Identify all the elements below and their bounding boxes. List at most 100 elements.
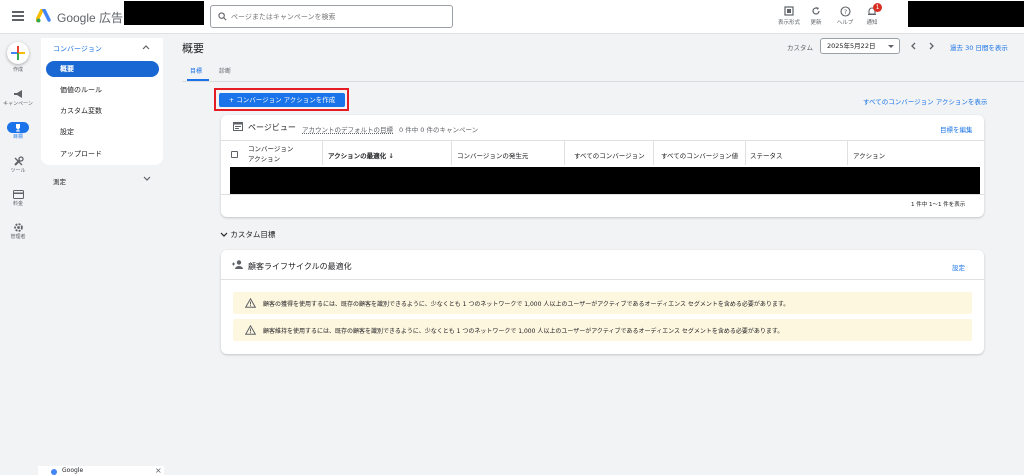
svg-text:?: ? [843,8,846,16]
rail-create-label: 作成 [12,67,23,73]
nav-section-conversions[interactable]: コンバージョン [53,44,102,54]
rail-item-billing[interactable]: 料金 [0,188,36,207]
nav-item-value-rules[interactable]: 価値のルール [46,82,159,98]
header-divider [221,140,984,141]
col-header-status[interactable]: ステータス [750,150,783,160]
tab-diagnostics[interactable]: 診断 [219,66,231,75]
notifications-label: 通知 [866,20,878,26]
trophy-icon [16,123,20,131]
google-promo-bar: Google × [38,466,164,475]
col-header-actions[interactable]: アクション [853,150,885,160]
chevron-down-icon [220,232,228,237]
rail-billing-label: 料金 [12,201,23,207]
top-bar: Google 広告 表示形式 更新 ? ヘルプ 1 通知 [0,0,1024,34]
gear-icon [13,222,23,232]
rail-item-admin[interactable]: 管理者 [0,221,36,240]
default-goal-link[interactable]: アカウントのデフォルトの目標 [302,124,393,134]
rail-goals-label: 目標 [12,134,23,140]
col-divider [564,141,565,165]
left-rail: 作成 キャンペーン 目標 ツール 料金 管理者 [0,34,36,475]
previous-period-button[interactable] [907,40,919,52]
warning-icon [245,298,256,308]
nav-item-overview[interactable]: 概要 [46,61,159,77]
show-last-30-days-link[interactable]: 過去 30 日間を表示 [950,42,1008,52]
close-icon[interactable]: × [155,466,162,475]
page-view-icon [233,122,243,131]
date-range-value: 2025年5月22日 [827,42,876,50]
campaign-count: 0 件中 0 件のキャンペーン [399,126,479,134]
select-all-checkbox[interactable] [231,151,238,158]
nav-item-uploads[interactable]: アップロード [46,146,159,162]
col-header-conversion[interactable]: コンバージョン [248,143,293,153]
col-divider [653,141,654,165]
nav-item-settings[interactable]: 設定 [46,124,159,140]
warning-text: 顧客維持を使用するには、既存の顧客を識別できるように、少なくとも 1 つのネット… [263,328,784,335]
rail-item-tools[interactable]: ツール [0,155,36,174]
create-conversion-action-button[interactable]: + コンバージョン アクションを作成 [219,93,345,107]
footer-divider [221,194,984,195]
display-mode-icon [784,6,794,16]
conversion-sidenav: コンバージョン 概要 価値のルール カスタム変数 設定 アップロード [41,38,163,165]
chevron-left-icon [911,42,916,50]
sort-desc-icon: ↓ [388,152,394,160]
warning-icon [245,325,256,335]
col-header-all-conversion-value[interactable]: すべてのコンバージョン値 [661,150,738,160]
warning-banner-acquisition: 顧客の獲得を使用するには、既存の顧客を識別できるように、少なくとも 1 つのネッ… [233,292,972,314]
col-divider [322,141,323,165]
chevron-up-icon[interactable] [142,44,150,50]
create-button[interactable] [7,42,29,64]
col-divider [847,141,848,165]
search-box[interactable] [210,5,453,28]
promo-label: Google [62,467,84,474]
pagination-summary: 1 件中 1〜1 件を表示 [911,202,966,208]
goal-card-page-view: ページビュー アカウントのデフォルトの目標 0 件中 0 件のキャンペーン 目標… [221,115,984,217]
goal-title: ページビュー [248,123,296,132]
date-range-select[interactable]: 2025年5月22日 [820,38,900,54]
refresh-icon [812,7,820,15]
search-icon [218,12,227,21]
rail-item-campaigns[interactable]: キャンペーン [0,88,36,107]
rail-tools-label: ツール [10,168,26,174]
show-all-conversion-actions-link[interactable]: すべてのコンバージョン アクションを表示 [863,96,987,106]
page-title: 概要 [182,42,204,55]
edit-goal-link[interactable]: 目標を編集 [940,124,973,134]
menu-icon[interactable] [12,11,24,21]
rail-admin-label: 管理者 [10,234,26,240]
notification-badge: 1 [873,3,882,12]
google-ads-logo-icon[interactable] [36,9,52,23]
brand-title: Google 広告 [57,11,124,25]
notifications-button[interactable]: 1 通知 [855,3,889,26]
tab-divider [182,81,1024,82]
nav-section-measurement[interactable]: 測定 [53,176,66,186]
col-header-optimization-label: アクションの最適化 [328,152,387,160]
col-header-all-conversions[interactable]: すべてのコンバージョン [574,150,645,160]
chevron-down-icon[interactable] [143,176,151,182]
google-icon [51,469,57,475]
warning-banner-retention: 顧客維持を使用するには、既存の顧客を識別できるように、少なくとも 1 つのネット… [233,319,972,341]
rail-item-goals[interactable]: 目標 [0,122,36,140]
col-header-optimization[interactable]: アクションの最適化 ↓ [328,150,394,160]
col-header-source[interactable]: コンバージョンの発生元 [457,150,528,160]
help-icon: ? [839,5,851,17]
card-icon [12,189,24,199]
lifecycle-settings-link[interactable]: 設定 [952,262,965,272]
add-person-icon [232,260,243,269]
plus-icon [11,46,25,60]
redacted-user [908,1,1024,27]
next-period-button[interactable] [926,40,938,52]
col-header-action[interactable]: アクション [248,153,280,163]
chevron-right-icon [929,42,934,50]
custom-goals-label: カスタム目標 [230,230,276,239]
redacted-table-row [230,167,980,194]
col-divider [745,141,746,165]
search-input[interactable] [231,9,446,24]
rail-create-label-wrap: 作成 [0,67,36,73]
nav-item-custom-variables[interactable]: カスタム変数 [46,103,159,119]
tab-goals[interactable]: 目標 [190,66,202,75]
warning-text: 顧客の獲得を使用するには、既存の顧客を識別できるように、少なくとも 1 つのネッ… [263,301,790,308]
lifecycle-title: 顧客ライフサイクルの最適化 [248,262,352,271]
lifecycle-card: 顧客ライフサイクルの最適化 設定 顧客の獲得を使用するには、既存の顧客を識別でき… [221,250,984,354]
header-divider [221,279,984,280]
wrench-icon [13,155,24,166]
custom-goals-toggle[interactable]: カスタム目標 [220,229,275,240]
